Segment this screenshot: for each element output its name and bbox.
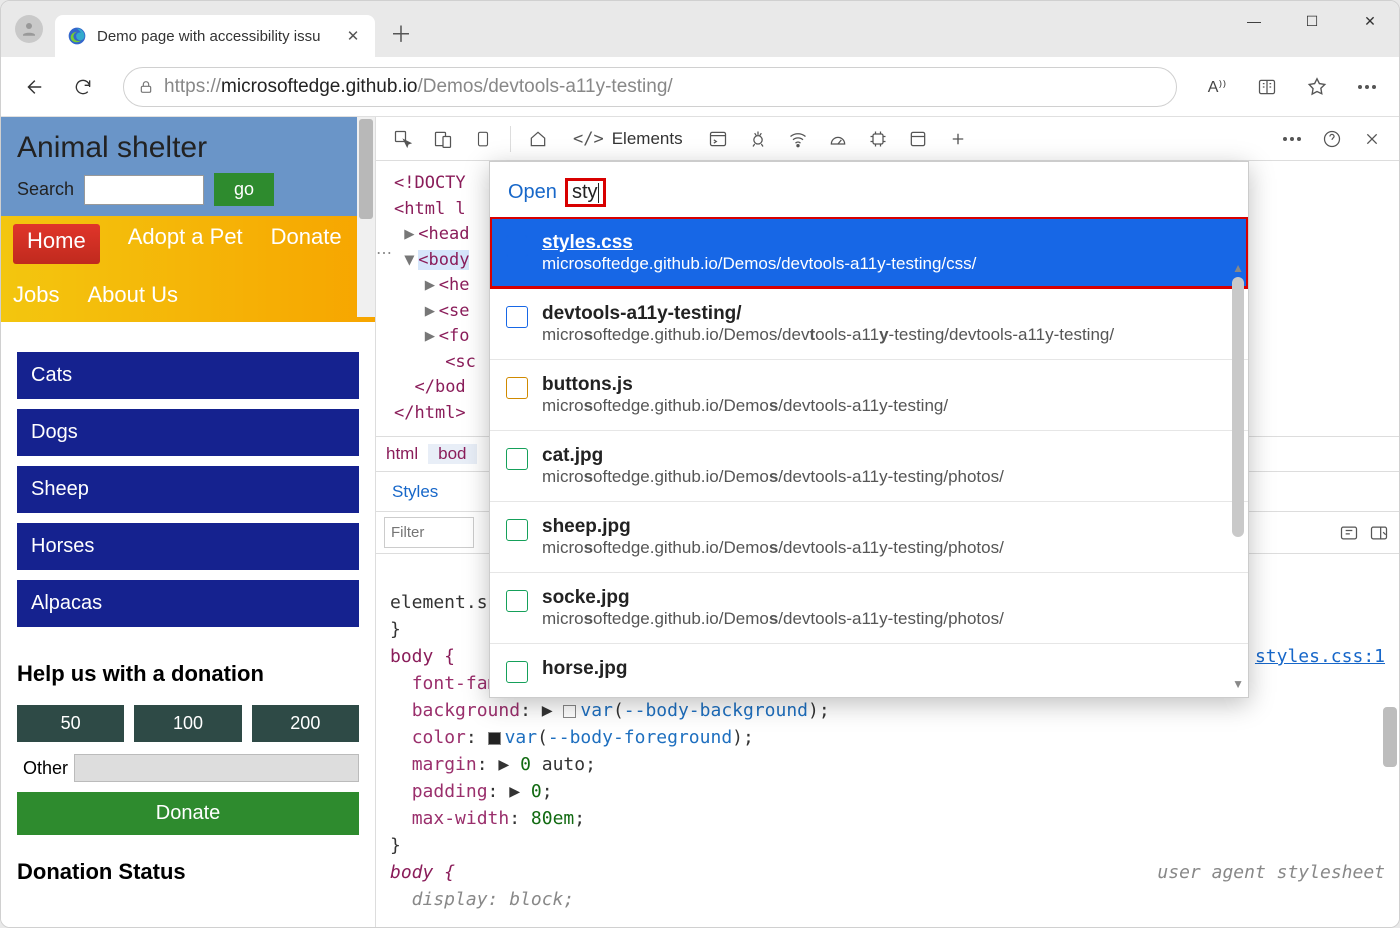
- donate-50[interactable]: 50: [17, 705, 124, 742]
- nav-donate[interactable]: Donate: [271, 224, 342, 264]
- open-dialog-scrollbar[interactable]: [1232, 277, 1244, 537]
- favorite-button[interactable]: [1295, 65, 1339, 109]
- open-query-input[interactable]: sty: [565, 178, 606, 207]
- open-result-horse-jpg[interactable]: horse.jpg: [490, 643, 1248, 697]
- reading-view-button[interactable]: [1245, 65, 1289, 109]
- open-result-socke-jpg[interactable]: socke.jpg microsoftedge.github.io/Demos/…: [490, 572, 1248, 643]
- donation-section: Help us with a donation 50 100 200 Other…: [1, 637, 375, 909]
- uas-label: user agent stylesheet: [1157, 859, 1385, 886]
- application-tab-icon[interactable]: [899, 120, 937, 158]
- page-viewport: Animal shelter Search go Home Adopt a Pe…: [1, 117, 375, 927]
- nav-about[interactable]: About Us: [87, 282, 178, 308]
- scroll-down-icon[interactable]: ▼: [1232, 677, 1244, 691]
- elements-tab[interactable]: </> Elements: [559, 117, 697, 161]
- window-controls: — ☐ ✕: [1225, 1, 1399, 41]
- minimize-button[interactable]: —: [1225, 1, 1283, 41]
- open-result-buttons-js[interactable]: buttons.js microsoftedge.github.io/Demos…: [490, 359, 1248, 430]
- search-input[interactable]: [84, 175, 204, 205]
- refresh-button[interactable]: [61, 65, 105, 109]
- source-link[interactable]: styles.css:1: [1255, 643, 1385, 670]
- open-result-folder[interactable]: devtools-a11y-testing/ microsoftedge.git…: [490, 288, 1248, 359]
- image-icon: [506, 590, 528, 612]
- category-sheep[interactable]: Sheep: [17, 466, 359, 513]
- lock-icon: [138, 79, 154, 95]
- tab-close-button[interactable]: ✕: [343, 26, 363, 46]
- profile-avatar[interactable]: [15, 15, 43, 43]
- other-amount-input[interactable]: [74, 754, 359, 782]
- devtools-menu-button[interactable]: [1273, 120, 1311, 158]
- styles-scrollbar[interactable]: [1383, 707, 1397, 767]
- donate-button[interactable]: Donate: [17, 792, 359, 835]
- donation-heading: Help us with a donation: [17, 661, 359, 687]
- close-devtools-button[interactable]: [1353, 120, 1391, 158]
- url-text: https://microsoftedge.github.io/Demos/de…: [164, 76, 673, 98]
- devtools-toolbar: </> Elements: [376, 117, 1399, 161]
- code-icon: </>: [573, 129, 604, 149]
- welcome-tab-icon[interactable]: [519, 120, 557, 158]
- scroll-up-icon[interactable]: ▲: [1232, 261, 1244, 275]
- device-emulation-icon[interactable]: [424, 120, 462, 158]
- donation-status-heading: Donation Status: [17, 859, 359, 885]
- more-button[interactable]: [1345, 65, 1389, 109]
- toggle-classes-icon[interactable]: [1339, 523, 1359, 543]
- image-icon: [506, 519, 528, 541]
- performance-tab-icon[interactable]: [819, 120, 857, 158]
- stylesheet-icon: [506, 235, 528, 257]
- open-label: Open: [508, 181, 557, 204]
- styles-filter-input[interactable]: [384, 517, 474, 548]
- page-scrollbar[interactable]: [357, 117, 375, 317]
- console-tab-icon[interactable]: [699, 120, 737, 158]
- main-nav: Home Adopt a Pet Donate Jobs About Us: [1, 216, 375, 322]
- nav-home[interactable]: Home: [13, 224, 100, 264]
- folder-icon: [506, 306, 528, 328]
- crumb-html[interactable]: html: [376, 444, 428, 464]
- nav-adopt[interactable]: Adopt a Pet: [128, 224, 243, 264]
- script-icon: [506, 377, 528, 399]
- memory-tab-icon[interactable]: [859, 120, 897, 158]
- open-result-styles-css[interactable]: styles.css microsoftedge.github.io/Demos…: [490, 217, 1248, 288]
- category-list: Cats Dogs Sheep Horses Alpacas: [1, 322, 375, 637]
- address-bar[interactable]: https://microsoftedge.github.io/Demos/de…: [123, 67, 1177, 107]
- go-button[interactable]: go: [214, 173, 274, 206]
- maximize-button[interactable]: ☐: [1283, 1, 1341, 41]
- close-window-button[interactable]: ✕: [1341, 1, 1399, 41]
- layout-pane-icon[interactable]: [1369, 523, 1389, 543]
- inspect-element-icon[interactable]: [384, 120, 422, 158]
- styles-tab[interactable]: Styles: [376, 482, 454, 502]
- panel-icon[interactable]: [464, 120, 502, 158]
- read-aloud-button[interactable]: A⁾⁾: [1195, 65, 1239, 109]
- nav-jobs[interactable]: Jobs: [13, 282, 59, 308]
- dom-overflow-icon[interactable]: ⋯: [376, 243, 392, 263]
- more-tabs-button[interactable]: [939, 120, 977, 158]
- help-button[interactable]: [1313, 120, 1351, 158]
- open-result-cat-jpg[interactable]: cat.jpg microsoftedge.github.io/Demos/de…: [490, 430, 1248, 501]
- browser-toolbar: https://microsoftedge.github.io/Demos/de…: [1, 57, 1399, 117]
- back-button[interactable]: [11, 65, 55, 109]
- category-dogs[interactable]: Dogs: [17, 409, 359, 456]
- crumb-body[interactable]: bod: [428, 444, 476, 464]
- donate-200[interactable]: 200: [252, 705, 359, 742]
- category-alpacas[interactable]: Alpacas: [17, 580, 359, 627]
- category-horses[interactable]: Horses: [17, 523, 359, 570]
- new-tab-button[interactable]: ＋: [381, 13, 421, 53]
- image-icon: [506, 661, 528, 683]
- search-label: Search: [17, 179, 74, 200]
- open-result-sheep-jpg[interactable]: sheep.jpg microsoftedge.github.io/Demos/…: [490, 501, 1248, 572]
- sources-tab-icon[interactable]: [739, 120, 777, 158]
- page-title: Animal shelter: [17, 131, 359, 165]
- other-label: Other: [23, 758, 68, 779]
- category-cats[interactable]: Cats: [17, 352, 359, 399]
- edge-icon: [67, 26, 87, 46]
- open-results-list: ▲ ▼ styles.css microsoftedge.github.io/D…: [490, 217, 1248, 697]
- tab-title: Demo page with accessibility issu: [97, 28, 320, 45]
- image-icon: [506, 448, 528, 470]
- page-header: Animal shelter Search go: [1, 117, 375, 216]
- browser-window: Demo page with accessibility issu ✕ ＋ — …: [0, 0, 1400, 928]
- open-file-dialog: Open sty ▲ ▼ styles.css microsoftedge.gi…: [489, 161, 1249, 698]
- network-tab-icon[interactable]: [779, 120, 817, 158]
- donate-100[interactable]: 100: [134, 705, 241, 742]
- browser-tab[interactable]: Demo page with accessibility issu ✕: [55, 15, 375, 57]
- titlebar: Demo page with accessibility issu ✕ ＋ — …: [1, 1, 1399, 57]
